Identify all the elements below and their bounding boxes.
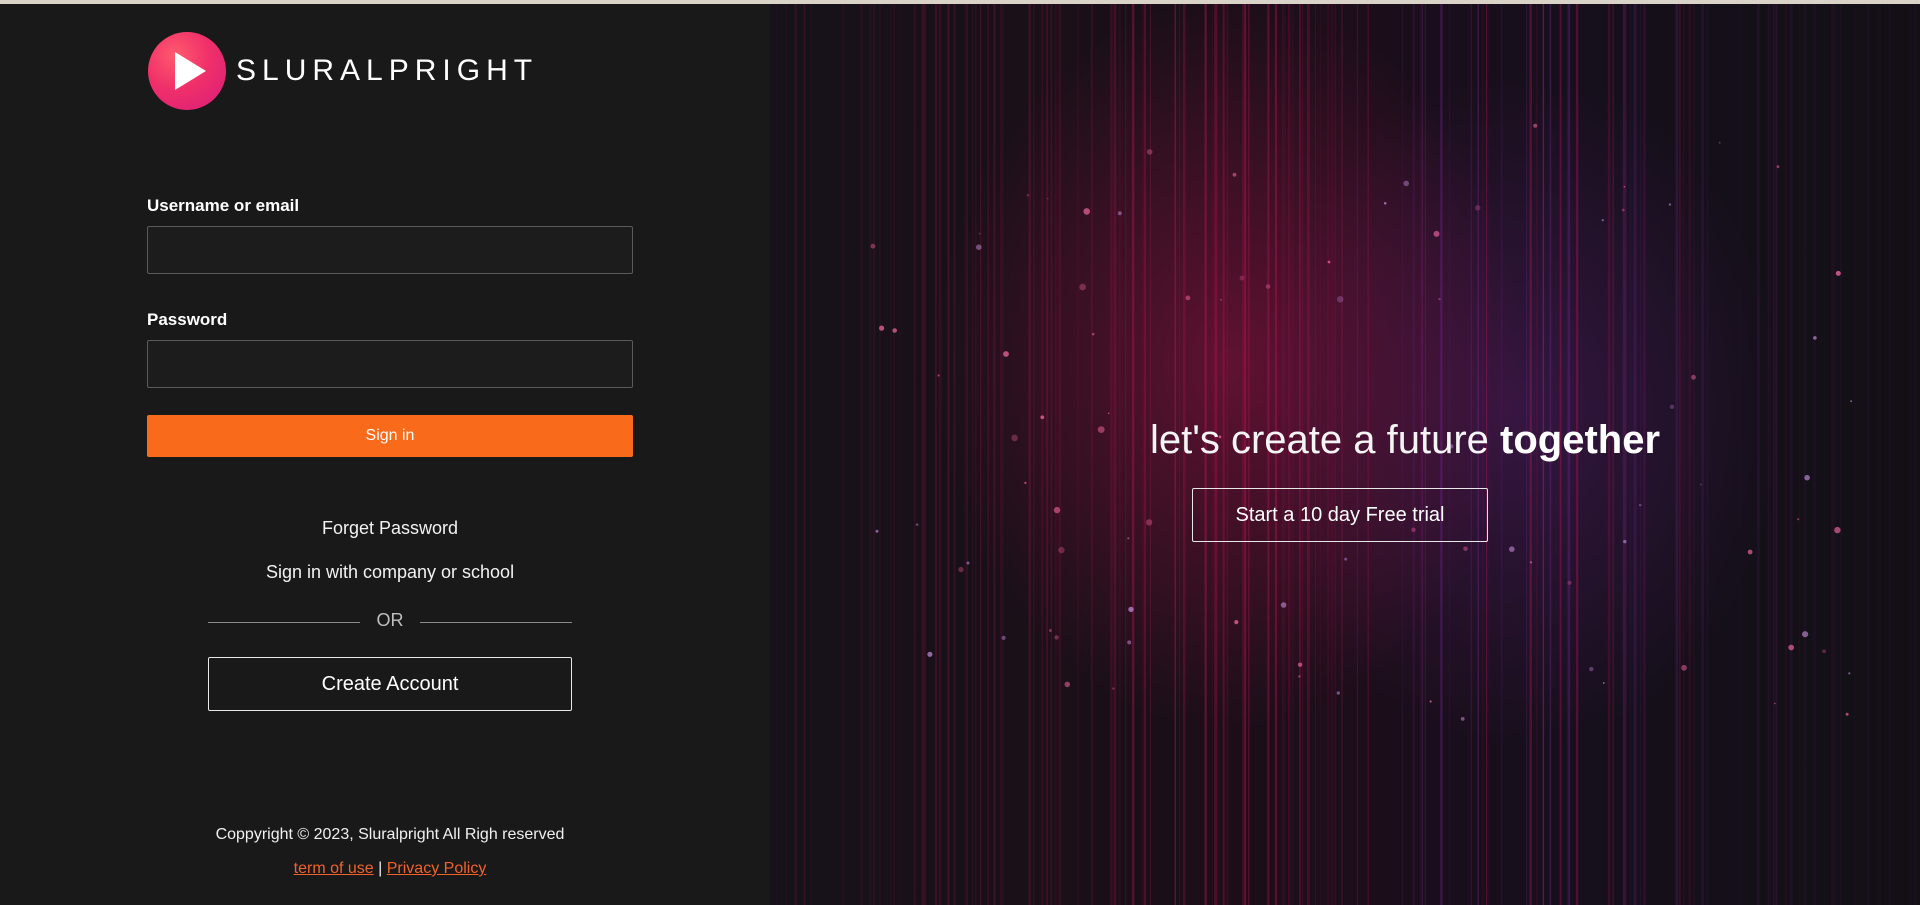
terms-of-use-link[interactable]: term of use — [294, 860, 374, 877]
legal-links: term of use | Privacy Policy — [147, 860, 633, 878]
password-label: Password — [147, 310, 228, 329]
brand-name: SLURALPRIGHT — [236, 54, 539, 87]
copyright-text: Coppyright © 2023, Sluralpright All Righ… — [215, 826, 565, 843]
sign-in-button[interactable]: Sign in — [147, 415, 633, 457]
hero-tagline: let's create a future together — [770, 418, 1920, 463]
username-input[interactable] — [147, 226, 633, 274]
or-text: OR — [376, 610, 404, 630]
create-account-button[interactable]: Create Account — [208, 657, 572, 711]
free-trial-button[interactable]: Start a 10 day Free trial — [1192, 488, 1488, 542]
tagline-bold: together — [1500, 418, 1661, 462]
forget-password-link[interactable]: Forget Password — [147, 518, 633, 539]
privacy-policy-link[interactable]: Privacy Policy — [387, 860, 487, 877]
login-panel: SLURALPRIGHT Username or email Password … — [0, 4, 770, 905]
play-icon — [148, 32, 226, 110]
sso-sign-in-link[interactable]: Sign in with company or school — [147, 562, 633, 583]
brand-logo[interactable]: SLURALPRIGHT — [148, 32, 538, 110]
tagline-light: let's create a future — [1149, 418, 1489, 462]
divider-line — [420, 622, 572, 623]
or-divider: OR — [208, 610, 572, 634]
link-separator: | — [378, 860, 383, 877]
username-label: Username or email — [147, 196, 300, 215]
hero-panel: let's create a future together Start a 1… — [770, 4, 1920, 905]
password-input[interactable] — [147, 340, 633, 388]
